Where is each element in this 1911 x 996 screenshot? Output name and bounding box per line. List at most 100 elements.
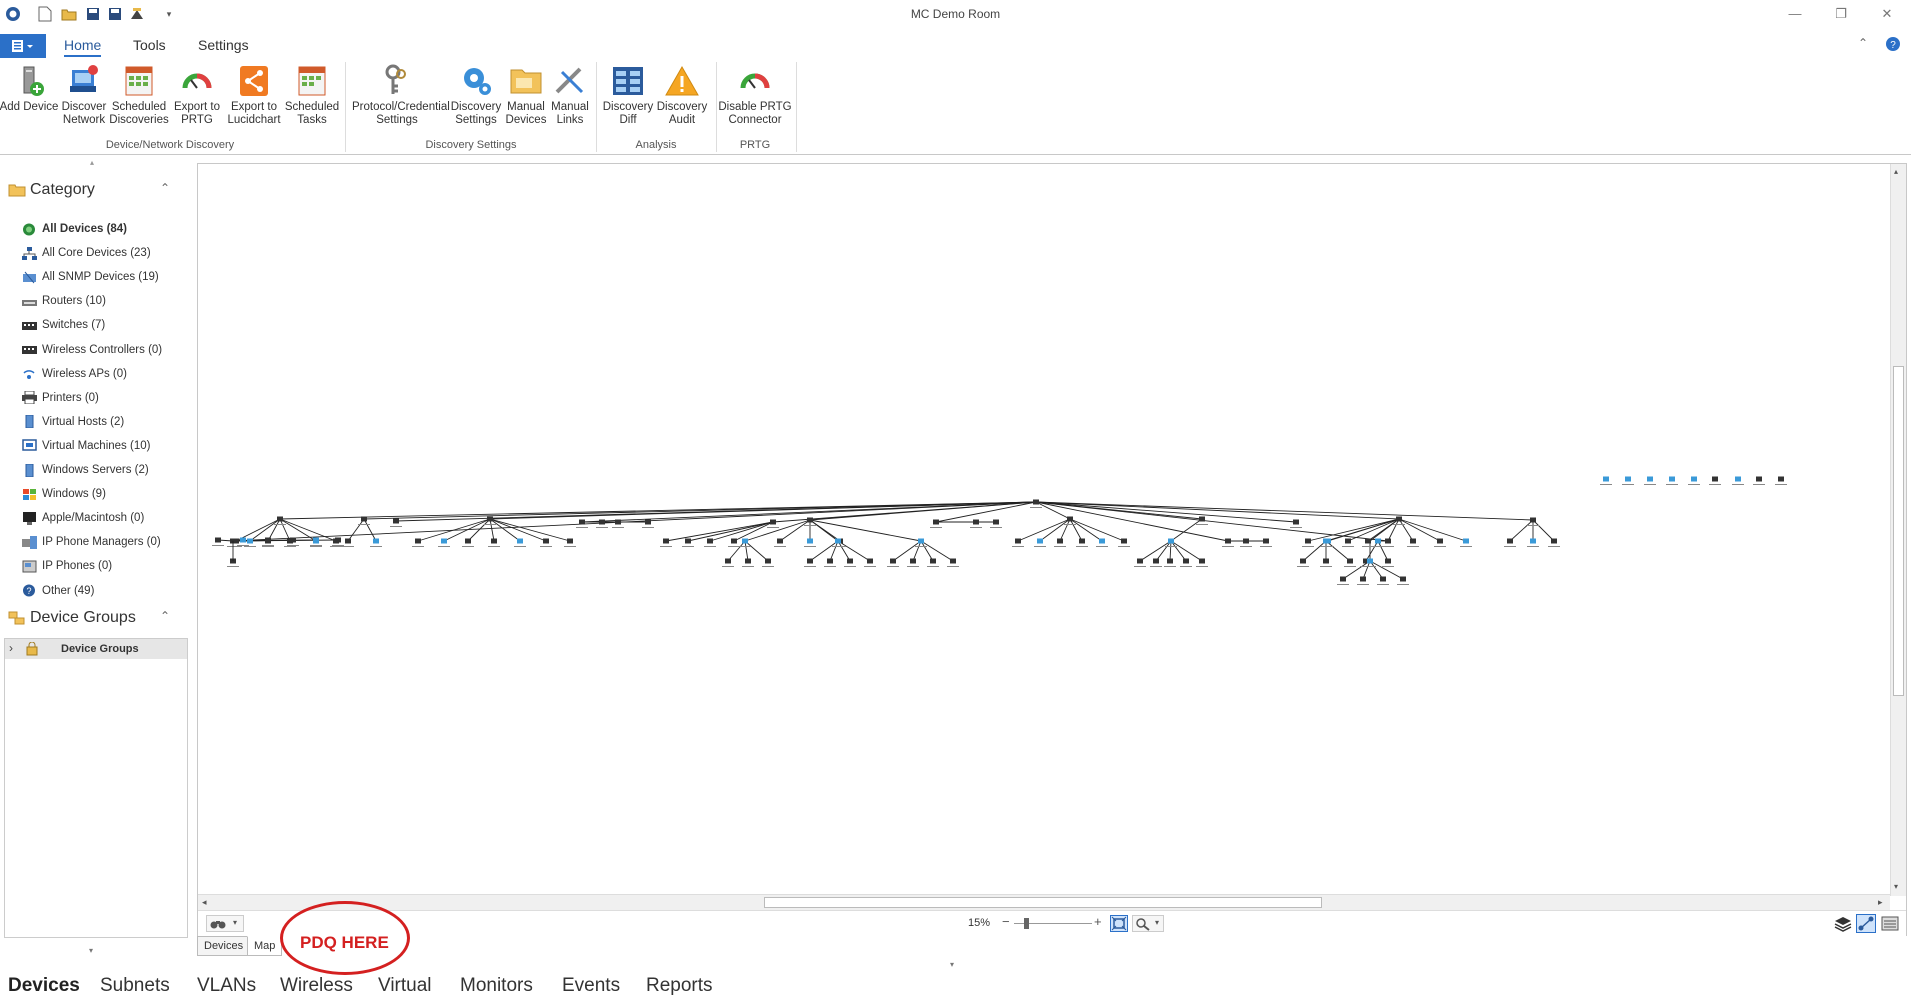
close-icon[interactable]: ✕	[1878, 6, 1896, 22]
tab-tools[interactable]: Tools	[133, 37, 166, 53]
scroll-down-icon[interactable]: ▾	[1894, 882, 1898, 891]
network-device-node[interactable]	[1342, 538, 1354, 548]
network-device-node[interactable]	[438, 538, 450, 548]
bottom-tab-virtual[interactable]: Virtual	[378, 975, 432, 996]
network-device-node[interactable]	[390, 518, 402, 528]
network-device-node[interactable]	[358, 516, 370, 526]
panel-expand-down-icon[interactable]: ▾	[89, 946, 93, 955]
network-device-node[interactable]	[1260, 538, 1272, 548]
network-device-node[interactable]	[927, 558, 939, 568]
bottom-tab-wireless[interactable]: Wireless	[280, 975, 353, 996]
restore-icon[interactable]: ❐	[1832, 6, 1850, 22]
bottom-tab-monitors[interactable]: Monitors	[460, 975, 533, 996]
list-view-icon[interactable]	[1881, 915, 1899, 937]
map-view-toggle[interactable]	[1856, 914, 1876, 933]
network-device-node[interactable]	[1344, 558, 1356, 568]
network-device-node[interactable]	[722, 558, 734, 568]
network-device-node[interactable]	[728, 538, 740, 548]
collapse-chevron-icon[interactable]: ⌃	[160, 609, 170, 623]
bottom-tab-subnets[interactable]: Subnets	[100, 975, 170, 996]
category-item[interactable]: Wireless Controllers (0)	[22, 340, 162, 360]
network-device-node[interactable]	[488, 538, 500, 548]
network-map-view[interactable]: ▴ ▾ ◂ ▸ ▾ 15% − + ▾	[197, 163, 1907, 936]
category-item[interactable]: Switches (7)	[22, 315, 105, 335]
network-device-node[interactable]	[1548, 538, 1560, 548]
file-menu-button[interactable]	[0, 34, 46, 58]
scheduled-discoveries-button[interactable]: Scheduled Discoveries	[107, 64, 171, 142]
network-device-node[interactable]	[1504, 538, 1516, 548]
category-item[interactable]: All SNMP Devices (19)	[22, 267, 159, 287]
scheduled-tasks-button[interactable]: Scheduled Tasks	[280, 64, 344, 142]
network-device-node[interactable]	[804, 558, 816, 568]
network-device-node[interactable]	[1240, 538, 1252, 548]
network-device-node[interactable]	[1688, 476, 1700, 486]
network-device-node[interactable]	[1709, 476, 1721, 486]
network-device-node[interactable]	[947, 558, 959, 568]
category-item[interactable]: IP Phone Managers (0)	[22, 532, 161, 552]
category-item[interactable]: Virtual Machines (10)	[22, 436, 150, 456]
network-device-node[interactable]	[1034, 538, 1046, 548]
network-device-node[interactable]	[1096, 538, 1108, 548]
bottom-tab-devices[interactable]: Devices	[8, 975, 80, 996]
network-device-node[interactable]	[1407, 538, 1419, 548]
network-device-node[interactable]	[1118, 538, 1130, 548]
discovery-audit-button[interactable]: Discovery Audit	[650, 64, 714, 142]
category-item[interactable]: Apple/Macintosh (0)	[22, 508, 144, 528]
device-groups-header[interactable]: Device Groups ⌃	[8, 607, 188, 629]
network-device-node[interactable]	[1382, 558, 1394, 568]
network-device-node[interactable]	[1397, 576, 1409, 586]
network-device-node[interactable]	[824, 558, 836, 568]
network-device-node[interactable]	[1076, 538, 1088, 548]
network-device-node[interactable]	[887, 558, 899, 568]
network-device-node[interactable]	[1382, 538, 1394, 548]
network-device-node[interactable]	[1600, 476, 1612, 486]
network-device-node[interactable]	[212, 537, 224, 547]
expand-arrow-icon[interactable]: ›	[9, 641, 13, 655]
tab-settings[interactable]: Settings	[198, 37, 249, 53]
subtab-devices[interactable]: Devices	[197, 936, 251, 956]
disable-prtg-connector-button[interactable]: Disable PRTG Connector	[718, 64, 792, 142]
network-device-node[interactable]	[1180, 558, 1192, 568]
category-header[interactable]: Category ⌃	[8, 179, 188, 201]
network-device-node[interactable]	[1337, 576, 1349, 586]
collapse-chevron-icon[interactable]: ⌃	[160, 181, 170, 195]
binoculars-dropdown[interactable]: ▾	[206, 915, 244, 932]
network-device-node[interactable]	[990, 519, 1002, 529]
network-device-node[interactable]	[1434, 538, 1446, 548]
network-device-node[interactable]	[1297, 558, 1309, 568]
network-device-node[interactable]	[1666, 476, 1678, 486]
bottom-tab-vlans[interactable]: VLANs	[197, 975, 256, 996]
scroll-left-icon[interactable]: ◂	[202, 897, 207, 908]
network-device-node[interactable]	[1644, 476, 1656, 486]
vertical-scrollbar[interactable]: ▴ ▾	[1890, 164, 1906, 896]
fit-to-window-button[interactable]	[1110, 915, 1128, 932]
bottom-tab-reports[interactable]: Reports	[646, 975, 713, 996]
bottom-tab-events[interactable]: Events	[562, 975, 620, 996]
export-to-lucidchart-button[interactable]: Export to Lucidchart	[222, 64, 286, 142]
category-item[interactable]: All Devices (84)	[22, 219, 127, 239]
zoom-out-button[interactable]: −	[1002, 914, 1010, 929]
category-item[interactable]: Windows Servers (2)	[22, 460, 149, 480]
scroll-up-icon[interactable]: ▴	[1894, 167, 1898, 176]
magnifier-dropdown[interactable]: ▾	[1132, 915, 1164, 932]
category-item[interactable]: Routers (10)	[22, 291, 106, 311]
category-item[interactable]: Virtual Hosts (2)	[22, 412, 124, 432]
network-device-node[interactable]	[762, 558, 774, 568]
vertical-scroll-thumb[interactable]	[1893, 366, 1904, 696]
network-device-node[interactable]	[1196, 558, 1208, 568]
network-device-node[interactable]	[1377, 576, 1389, 586]
zoom-in-button[interactable]: +	[1094, 914, 1102, 929]
network-device-node[interactable]	[1357, 576, 1369, 586]
network-device-node[interactable]	[864, 558, 876, 568]
zoom-slider[interactable]	[1014, 918, 1092, 929]
network-device-node[interactable]	[1527, 538, 1539, 548]
network-device-node[interactable]	[514, 538, 526, 548]
network-device-node[interactable]	[742, 558, 754, 568]
network-device-node[interactable]	[844, 558, 856, 568]
export-to-prtg-button[interactable]: Export to PRTG	[165, 64, 229, 142]
network-device-node[interactable]	[1012, 538, 1024, 548]
network-device-node[interactable]	[804, 538, 816, 548]
network-device-node[interactable]	[1320, 558, 1332, 568]
layers-icon[interactable]	[1834, 915, 1852, 937]
category-item[interactable]: All Core Devices (23)	[22, 243, 151, 263]
